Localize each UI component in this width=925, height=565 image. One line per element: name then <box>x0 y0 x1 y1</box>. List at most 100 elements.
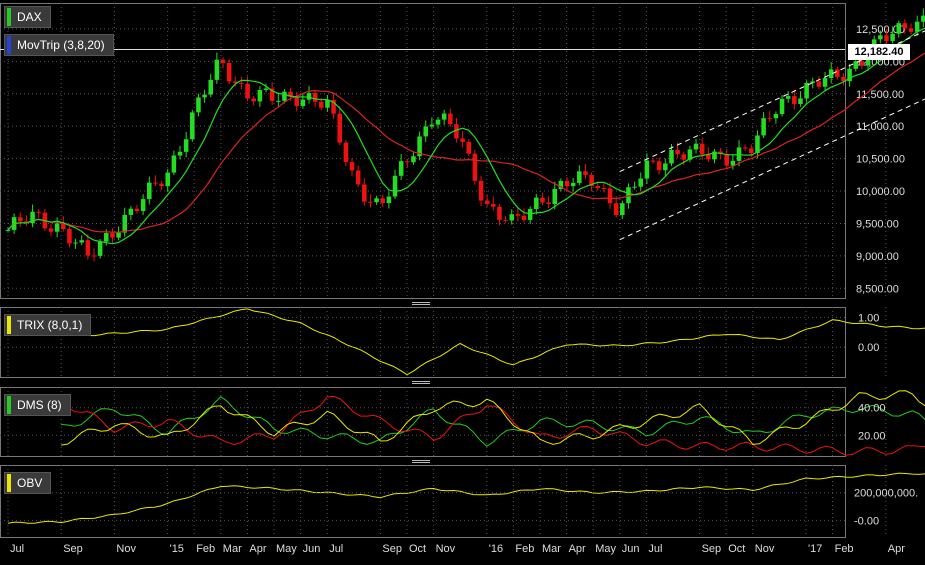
candle-body <box>896 23 902 34</box>
candle-body <box>300 99 306 107</box>
candle-body <box>669 150 674 164</box>
legend-trix-swatch <box>7 316 11 334</box>
candle-body <box>245 83 250 99</box>
x-tick-label: Apr <box>249 543 266 555</box>
candle-body <box>79 240 84 243</box>
candle-body <box>534 197 539 210</box>
legend-dax[interactable]: DAX <box>4 6 51 28</box>
candle-body <box>386 196 392 204</box>
candle-body <box>116 232 121 238</box>
x-tick-label: Mar <box>223 543 242 555</box>
candle-body <box>792 96 797 104</box>
candle-body <box>613 203 619 216</box>
candle-body <box>104 233 109 242</box>
candle-body <box>343 142 349 163</box>
candle-body <box>767 118 773 120</box>
price-y-tick-label: 11,500.00 <box>856 89 904 101</box>
price-y-tick-label: 9,000.00 <box>856 251 899 263</box>
candle-body <box>5 229 11 231</box>
candle-body <box>282 91 287 101</box>
candle-body <box>97 241 103 256</box>
candle-body <box>134 208 140 212</box>
candle-body <box>448 113 453 125</box>
x-tick-label: May <box>276 543 297 555</box>
candle-body <box>484 200 490 205</box>
candle-body <box>681 154 687 160</box>
candle-body <box>61 223 66 230</box>
candle-body <box>742 147 748 149</box>
candle-body <box>208 79 213 95</box>
candle-body <box>220 59 226 63</box>
candle-body <box>349 162 355 171</box>
panel-splitter-2[interactable] <box>412 380 430 386</box>
candle-body <box>878 35 883 40</box>
candle-body <box>503 219 508 221</box>
candle-body <box>374 198 379 203</box>
trix-y-tick-label: 0.00 <box>858 342 879 354</box>
candle-body <box>306 93 312 100</box>
x-tick-label: Jul <box>648 543 662 555</box>
legend-dax-label: DAX <box>17 10 42 24</box>
candle-body <box>822 78 828 87</box>
candle-body <box>411 156 416 163</box>
panel-splitter-1[interactable] <box>412 301 430 307</box>
candle-body <box>159 183 164 187</box>
panel-frame-1 <box>0 307 846 378</box>
candle-body <box>620 203 625 216</box>
legend-obv[interactable]: OBV <box>4 472 52 494</box>
candle-body <box>816 81 822 87</box>
x-tick-label: '15 <box>170 543 184 555</box>
candle-body <box>441 113 447 120</box>
legend-dms[interactable]: DMS (8) <box>4 394 71 416</box>
panel-frame-3 <box>0 465 846 538</box>
candle-body <box>392 175 398 197</box>
candle-body <box>190 112 195 140</box>
panel-frame-0 <box>0 3 846 299</box>
legend-dms-label: DMS (8) <box>17 398 62 412</box>
legend-obv-label: OBV <box>17 476 43 490</box>
candle-body <box>257 89 263 102</box>
x-tick-label: Jun <box>303 543 321 555</box>
x-tick-label: Sep <box>382 543 402 555</box>
candle-body <box>914 21 920 32</box>
candle-body <box>650 160 656 162</box>
candle-body <box>429 124 435 127</box>
candle-body <box>405 161 410 163</box>
dms-line-1 <box>60 395 925 456</box>
candle-body <box>380 198 386 204</box>
candle-body <box>36 211 41 213</box>
candle-body <box>675 150 680 155</box>
candle-body <box>85 240 91 256</box>
candle-body <box>601 187 607 189</box>
legend-dax-swatch <box>7 8 11 26</box>
obv-y-tick-label: -0.00 <box>854 515 879 527</box>
x-tick-label: Nov <box>755 543 775 555</box>
legend-movtrip[interactable]: MovTrip (3,8,20) <box>4 34 114 56</box>
x-tick-label: Nov <box>116 543 136 555</box>
candle-body <box>540 197 545 203</box>
candle-body <box>546 202 551 205</box>
legend-trix[interactable]: TRIX (8,0,1) <box>4 314 92 336</box>
x-tick-label: Apr <box>569 543 586 555</box>
panel-splitter-3[interactable] <box>412 459 430 465</box>
candle-body <box>48 228 54 232</box>
candle-body <box>749 148 754 153</box>
candle-body <box>183 139 189 152</box>
chart-root: Jul Sep Nov '15 Feb Mar Apr May Jun Jul Sep Oct Nov '… <box>0 0 925 560</box>
candle-body <box>294 96 300 107</box>
x-tick-label: Feb <box>515 543 534 555</box>
candle-body <box>312 93 318 102</box>
candle-body <box>607 188 613 204</box>
candle-body <box>859 61 865 66</box>
candle-body <box>779 98 785 115</box>
price-y-tick-label: 10,500.00 <box>856 154 905 166</box>
candle-body <box>239 82 244 84</box>
candle-body <box>706 154 711 160</box>
candle-body <box>761 118 766 136</box>
ma-slow-line <box>7 52 925 233</box>
price-y-tick-label: 10,000.00 <box>856 186 905 198</box>
candle-body <box>18 217 23 222</box>
candle-body <box>251 98 256 102</box>
price-y-tick-label: 9,500.00 <box>856 218 899 230</box>
candle-body <box>214 59 220 80</box>
